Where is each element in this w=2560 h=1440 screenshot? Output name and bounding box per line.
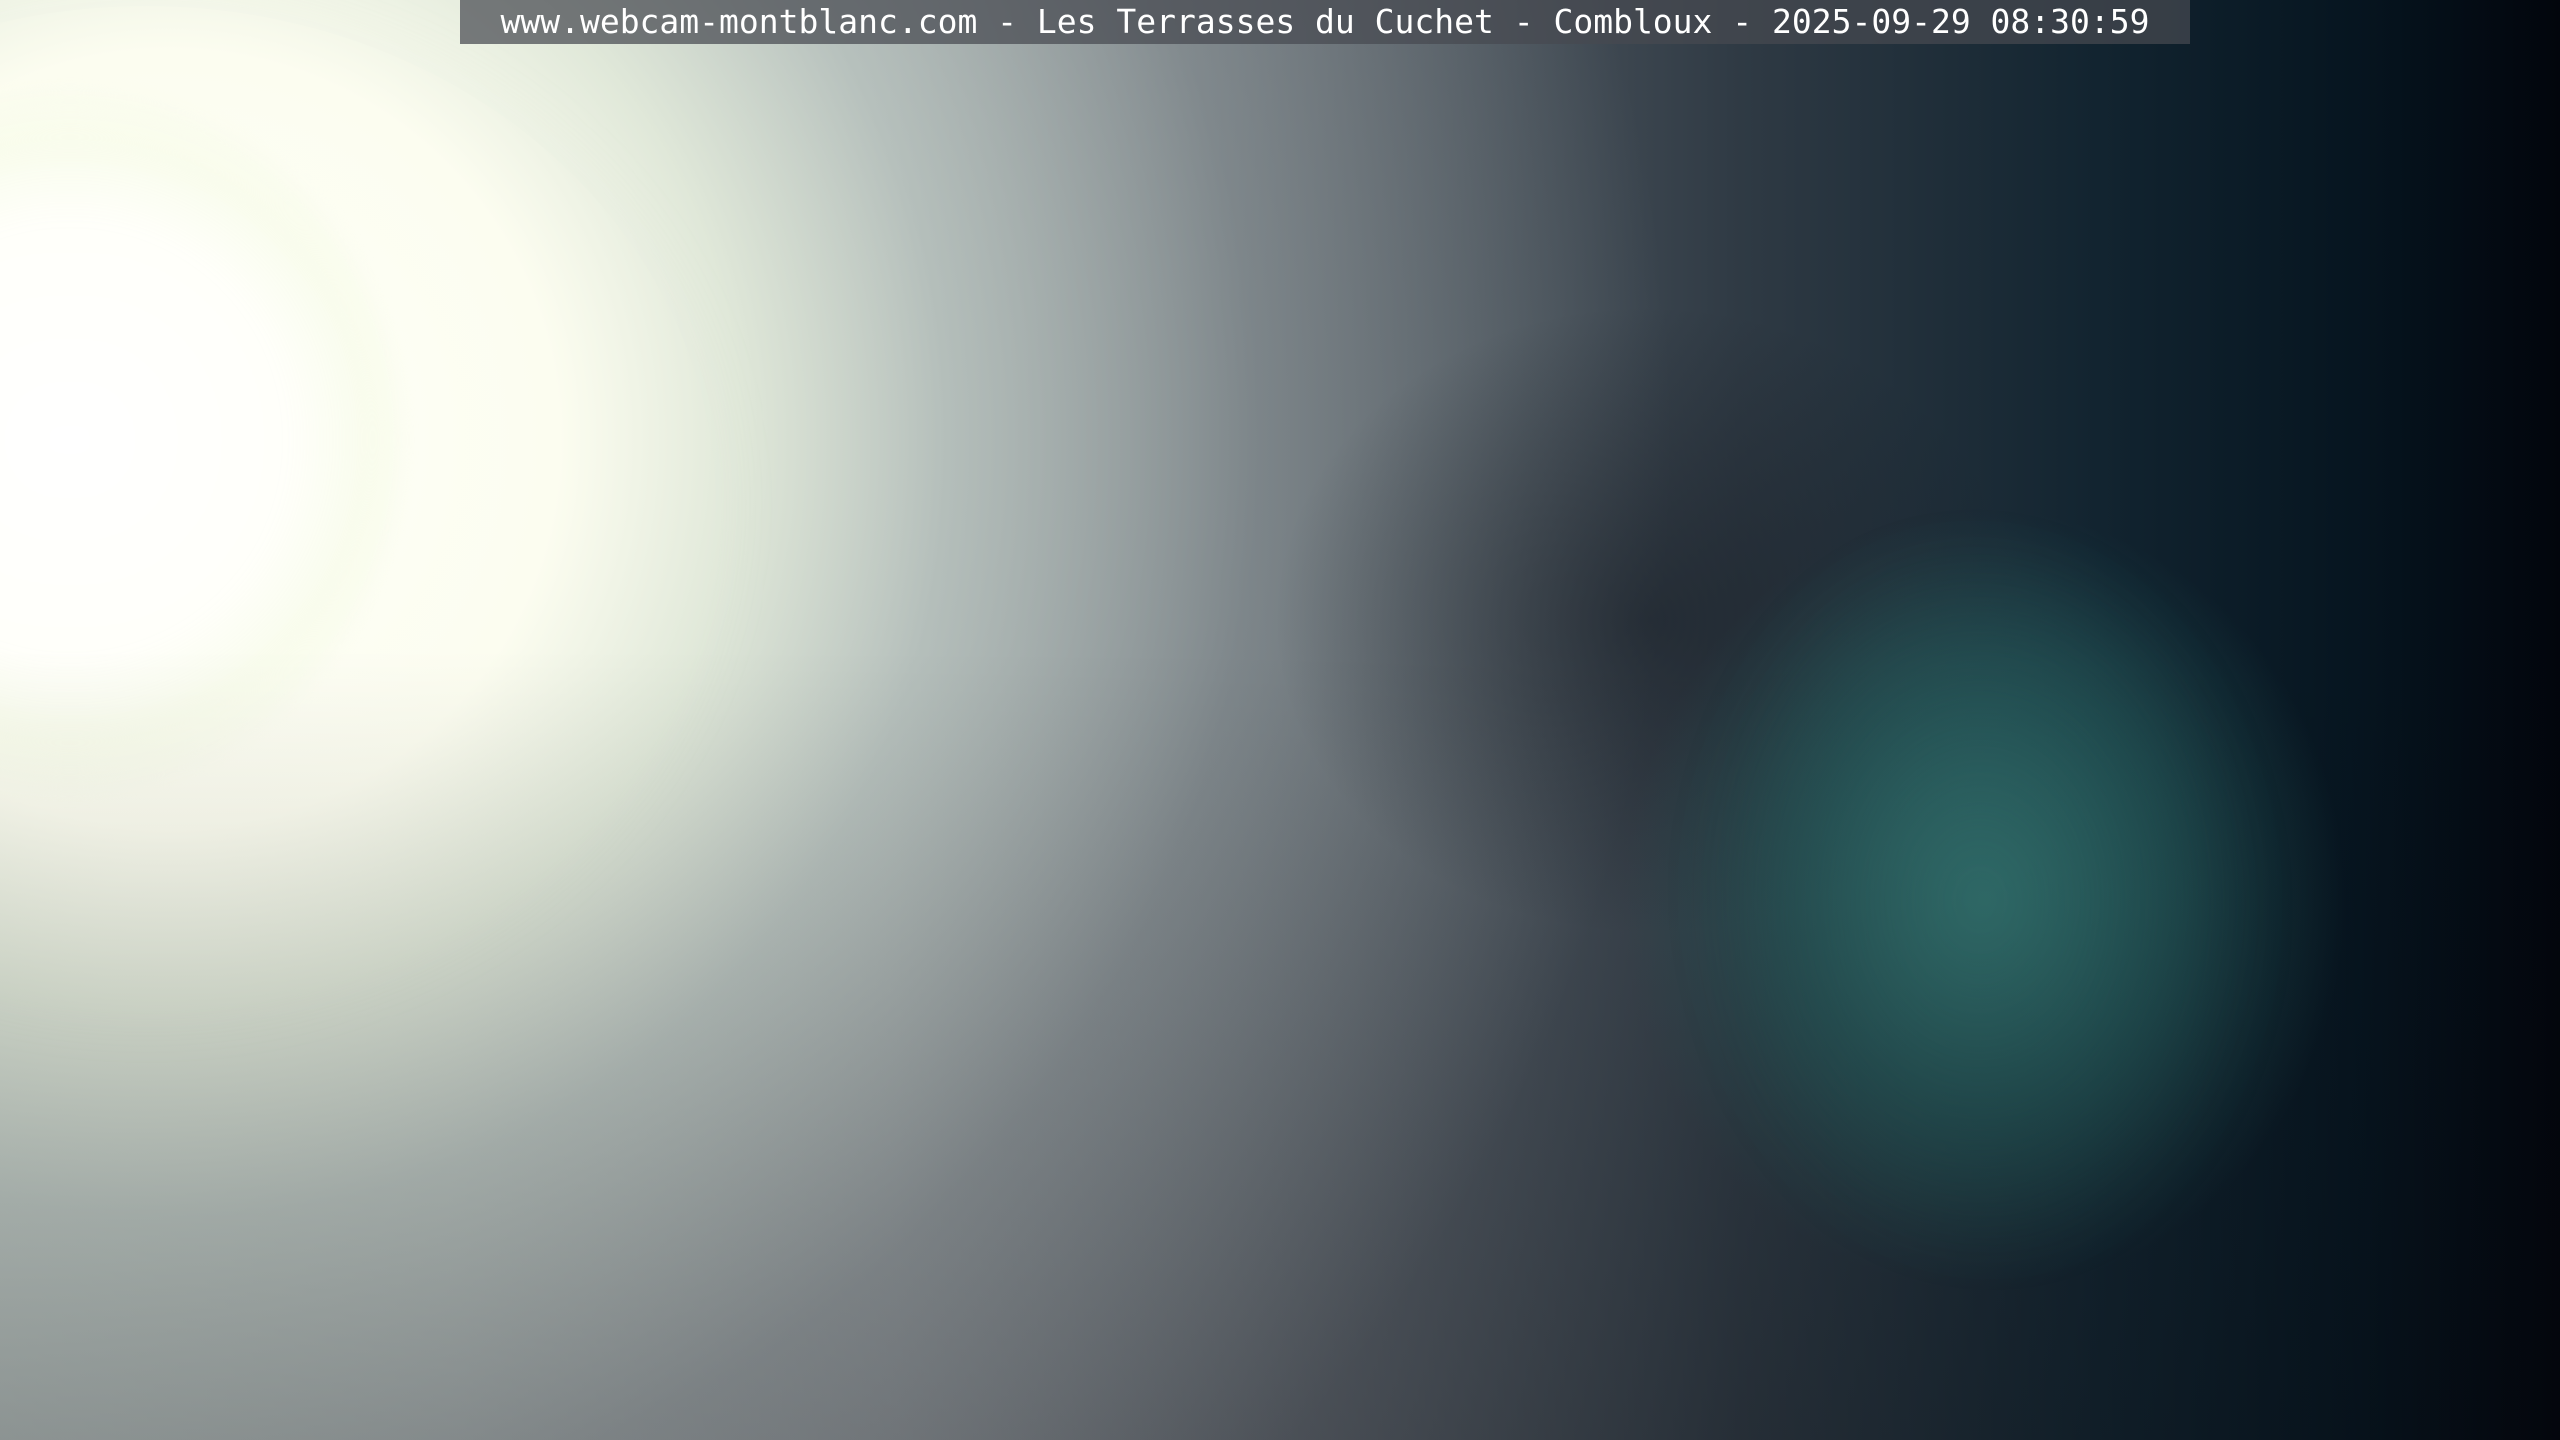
webcam-caption: www.webcam-montblanc.com - Les Terrasses…	[460, 0, 2190, 44]
teal-lens-flare	[1720, 560, 2240, 1240]
webcam-image: www.webcam-montblanc.com - Les Terrasses…	[0, 0, 2560, 1440]
